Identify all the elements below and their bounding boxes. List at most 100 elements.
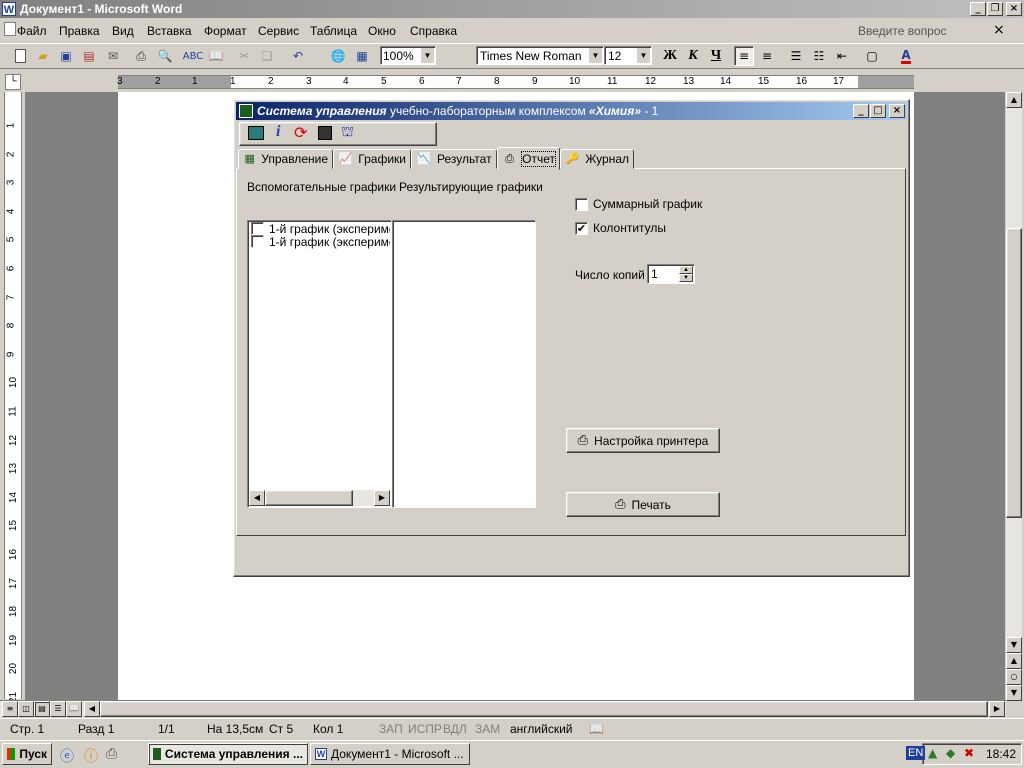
- underline-button[interactable]: Ч: [706, 46, 726, 66]
- summary-graph-label[interactable]: Суммарный график: [593, 197, 702, 211]
- numbering-icon[interactable]: ☰: [786, 46, 806, 66]
- copies-spinner[interactable]: 1 ▲ ▼: [647, 264, 695, 284]
- headers-label[interactable]: Колонтитулы: [593, 221, 666, 235]
- indent-icon[interactable]: ⇤: [832, 46, 852, 66]
- italic-button[interactable]: К: [683, 46, 703, 66]
- menu-table[interactable]: Таблица: [310, 24, 357, 38]
- tab-graphs[interactable]: 📈 Графики: [333, 149, 411, 169]
- printer-quicklaunch-icon[interactable]: ⎙: [106, 746, 117, 762]
- aux-item-checkbox[interactable]: [251, 235, 264, 248]
- ie-quicklaunch-icon[interactable]: ⓔ: [60, 746, 74, 766]
- undo-icon[interactable]: ↶: [288, 46, 308, 66]
- print-icon[interactable]: ⎙: [131, 46, 151, 66]
- app-minimize-button[interactable]: _: [853, 104, 869, 118]
- menu-file[interactable]: Файл: [17, 24, 47, 38]
- spelling-status-icon[interactable]: 📖: [589, 722, 604, 736]
- print-preview-icon[interactable]: 🔍: [155, 46, 175, 66]
- status-ovr[interactable]: ЗАМ: [475, 722, 500, 736]
- cut-icon[interactable]: ✂: [234, 46, 254, 66]
- browse-object-button[interactable]: ○: [1006, 669, 1022, 685]
- info-quicklaunch-icon[interactable]: ⓘ: [84, 746, 98, 766]
- close-doc-icon[interactable]: ×: [993, 22, 1005, 38]
- chevron-down-icon[interactable]: ▼: [637, 48, 650, 63]
- spin-down-icon[interactable]: ▼: [679, 274, 693, 282]
- print-button[interactable]: ⎙ Печать: [566, 492, 720, 517]
- status-rec[interactable]: ЗАП: [379, 722, 403, 736]
- font-name-select[interactable]: Times New Roman ▼: [476, 46, 604, 65]
- aux-scroll-right-button[interactable]: ▶: [374, 490, 390, 506]
- email-icon[interactable]: ✉: [103, 46, 123, 66]
- aux-item[interactable]: 1-й график (эксперимен: [269, 222, 390, 236]
- tab-report[interactable]: ⎙ Отчет: [497, 147, 560, 170]
- menu-help[interactable]: Справка: [410, 24, 457, 38]
- font-size-select[interactable]: 12 ▼: [604, 46, 652, 65]
- align-left-button[interactable]: ≡: [734, 46, 754, 66]
- menu-view[interactable]: Вид: [112, 24, 134, 38]
- menu-window[interactable]: Окно: [368, 24, 396, 38]
- minimize-button[interactable]: _: [970, 2, 986, 16]
- hyperlink-icon[interactable]: 🌐: [328, 46, 348, 66]
- bullets-icon[interactable]: ☷: [809, 46, 829, 66]
- tray-connection-icon[interactable]: ✖: [964, 746, 974, 760]
- spelling-icon[interactable]: ABC: [183, 46, 204, 66]
- help-question-box[interactable]: Введите вопрос: [858, 24, 947, 38]
- scroll-down-button[interactable]: ▼: [1006, 637, 1022, 653]
- taskbar-task-chemistry[interactable]: Система управления ...: [148, 743, 308, 765]
- borders-icon[interactable]: ▢: [862, 46, 882, 66]
- status-trk[interactable]: ИСПР: [408, 722, 442, 736]
- scroll-thumb[interactable]: [1006, 228, 1022, 518]
- permission-icon[interactable]: ▤: [79, 46, 99, 66]
- bold-button[interactable]: Ж: [660, 46, 680, 66]
- taskbar-task-word[interactable]: W Документ1 - Microsoft ...: [310, 743, 470, 765]
- menu-tools[interactable]: Сервис: [258, 24, 299, 38]
- app-maximize-button[interactable]: □: [870, 104, 886, 118]
- summary-graph-checkbox[interactable]: [575, 198, 588, 211]
- refresh-icon[interactable]: ⟳: [294, 123, 307, 142]
- font-color-icon[interactable]: A: [896, 46, 916, 66]
- align-center-button[interactable]: ≡: [757, 46, 777, 66]
- chevron-down-icon[interactable]: ▼: [421, 48, 434, 63]
- normal-view-button[interactable]: ≡: [2, 701, 18, 717]
- web-view-button[interactable]: ◫: [18, 701, 34, 717]
- printer-setup-button[interactable]: ⎙ Настройка принтера: [566, 428, 720, 453]
- result-graphs-list[interactable]: [392, 220, 536, 508]
- copy-icon[interactable]: ❏: [257, 46, 277, 66]
- tray-network-icon[interactable]: ▲: [928, 746, 937, 760]
- restore-button[interactable]: ❐: [987, 2, 1003, 16]
- language-indicator[interactable]: EN: [906, 746, 926, 760]
- menu-edit[interactable]: Правка: [59, 24, 100, 38]
- outline-view-button[interactable]: ☰: [50, 701, 66, 717]
- scroll-right-button[interactable]: ▶: [989, 701, 1005, 717]
- calculator-icon[interactable]: [248, 126, 264, 140]
- close-button[interactable]: ×: [1006, 2, 1022, 16]
- menu-insert[interactable]: Вставка: [147, 24, 192, 38]
- table-icon[interactable]: ▦: [352, 46, 372, 66]
- research-icon[interactable]: 📖: [206, 46, 226, 66]
- scroll-left-button[interactable]: ◀: [84, 701, 100, 717]
- chevron-down-icon[interactable]: ▼: [589, 48, 602, 63]
- new-doc-icon[interactable]: [10, 46, 30, 66]
- aux-item-checkbox[interactable]: [251, 222, 264, 235]
- aux-scroll-left-button[interactable]: ◀: [249, 490, 265, 506]
- print-view-button[interactable]: ▤: [34, 701, 50, 717]
- open-folder-icon[interactable]: ▰: [33, 46, 53, 66]
- zoom-select[interactable]: 100% ▼: [380, 46, 436, 65]
- info-icon[interactable]: i: [276, 123, 280, 141]
- reading-view-button[interactable]: 📖: [66, 701, 82, 717]
- exit-icon[interactable]: ⛫: [341, 124, 354, 142]
- tab-journal[interactable]: 🔑 Журнал: [560, 149, 634, 169]
- status-ext[interactable]: ВДЛ: [443, 722, 467, 736]
- save-disk-icon[interactable]: [318, 126, 332, 140]
- spin-up-icon[interactable]: ▲: [679, 266, 693, 274]
- doc-menu-icon[interactable]: [4, 22, 16, 36]
- app-close-button[interactable]: ×: [889, 104, 905, 118]
- headers-checkbox[interactable]: ✔: [575, 222, 588, 235]
- aux-item[interactable]: 1-й график (эксперимен: [269, 235, 390, 249]
- ruler-corner[interactable]: └: [5, 74, 21, 90]
- aux-graphs-list[interactable]: [247, 220, 392, 508]
- save-icon[interactable]: ▣: [56, 46, 76, 66]
- scroll-up-button[interactable]: ▲: [1006, 92, 1022, 108]
- horizontal-scroll-thumb[interactable]: [100, 701, 988, 717]
- menu-format[interactable]: Формат: [204, 24, 247, 38]
- aux-scroll-thumb[interactable]: [265, 490, 353, 506]
